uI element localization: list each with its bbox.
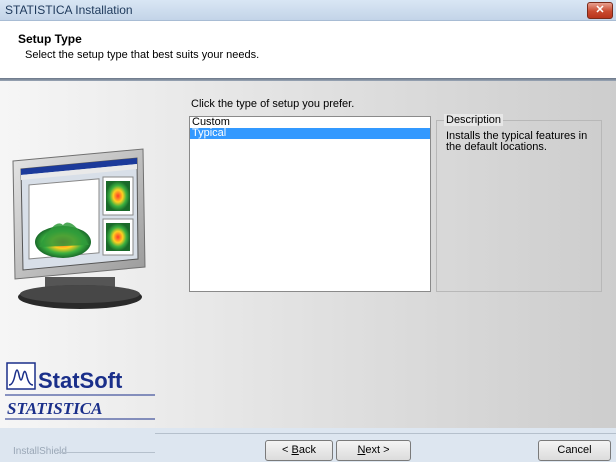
branding-panel: StatSoft STATISTICA [5, 81, 155, 428]
back-accel: B [291, 444, 299, 456]
back-button[interactable]: < Back [265, 440, 333, 461]
next-rest: ext > [365, 444, 390, 456]
list-item-typical[interactable]: Typical [190, 128, 430, 139]
page-title: Setup Type [18, 32, 82, 46]
svg-text:StatSoft: StatSoft [38, 368, 123, 393]
cancel-button[interactable]: Cancel [538, 440, 611, 461]
close-icon[interactable]: ✕ [587, 2, 613, 19]
setup-type-list[interactable]: Custom Typical [189, 116, 431, 292]
window-title: STATISTICA Installation [5, 3, 133, 17]
list-item-custom[interactable]: Custom [190, 117, 430, 128]
installshield-divider [57, 452, 155, 453]
title-bar: STATISTICA Installation ✕ [0, 0, 616, 21]
next-button[interactable]: Next > [336, 440, 411, 461]
page-subtitle: Select the setup type that best suits yo… [25, 49, 260, 61]
wizard-header: Setup Type Select the setup type that be… [0, 21, 616, 78]
back-rest: ack [298, 444, 316, 456]
description-text: Installs the typical features in the def… [446, 130, 588, 153]
setup-prompt: Click the type of setup you prefer. [191, 98, 355, 110]
description-label: Description [444, 114, 504, 126]
monitor-illustration [12, 148, 146, 309]
statsoft-logo: StatSoft STATISTICA [5, 362, 155, 420]
svg-text:STATISTICA: STATISTICA [7, 399, 102, 418]
footer-divider [155, 433, 616, 434]
back-prefix: < [282, 444, 292, 456]
